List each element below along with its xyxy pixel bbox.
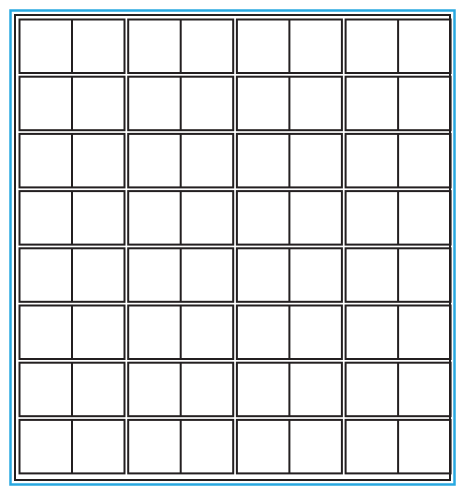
- grid-diagram: [0, 0, 465, 495]
- grid-canvas: [9, 9, 456, 486]
